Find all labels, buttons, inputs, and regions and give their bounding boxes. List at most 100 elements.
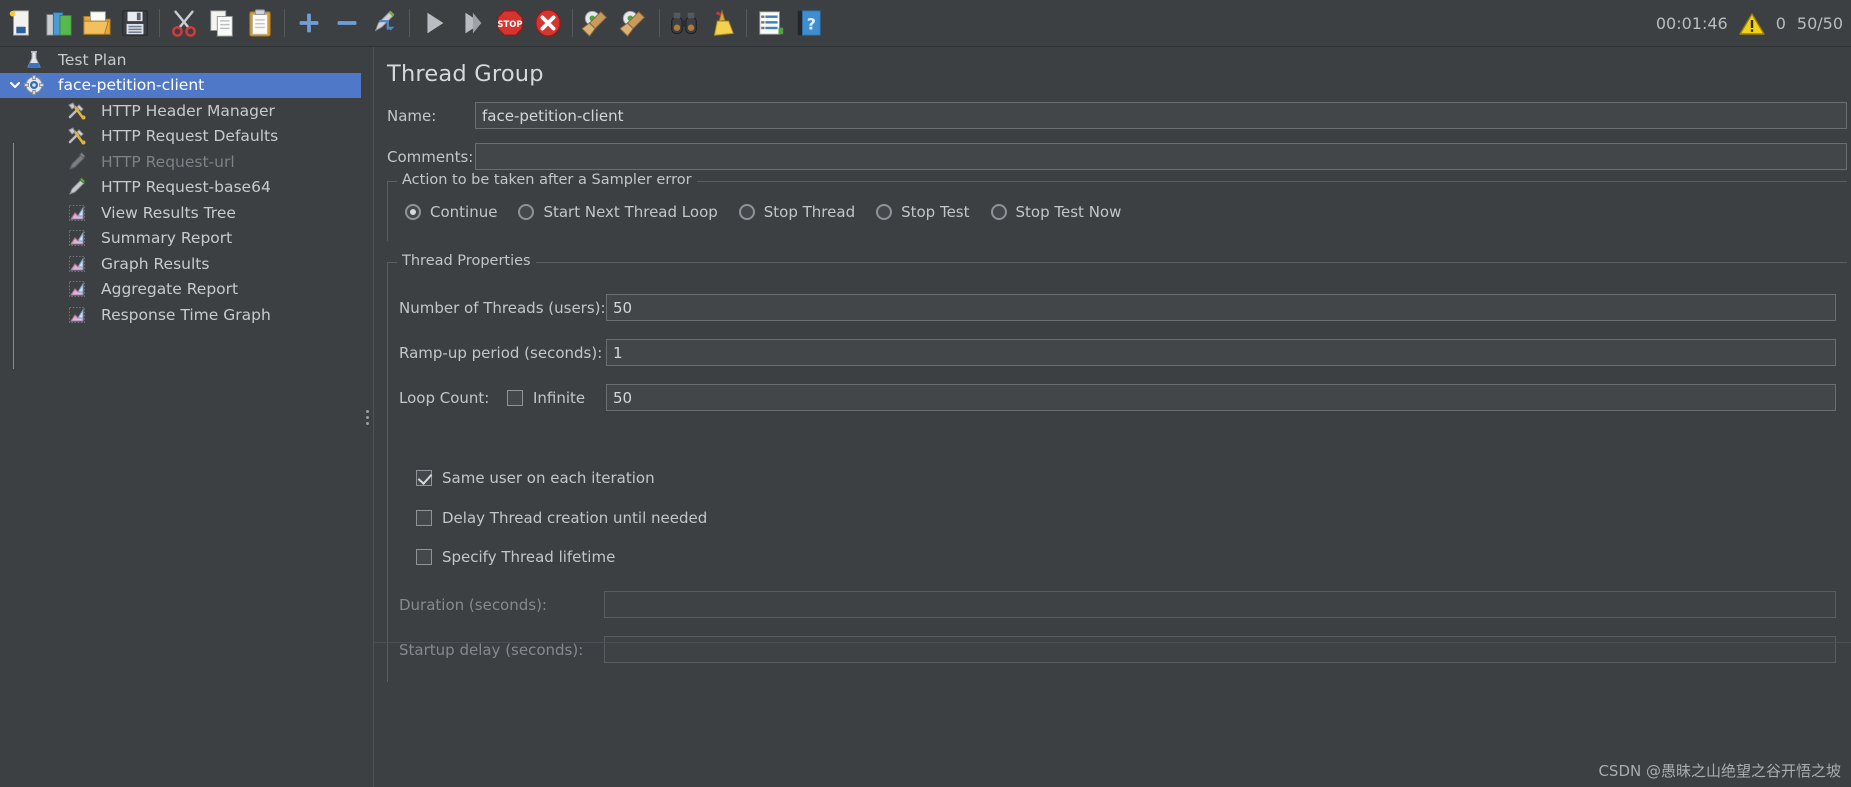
clipboard-icon bbox=[245, 8, 275, 38]
collapse-all-button[interactable] bbox=[328, 4, 366, 42]
loop-count-input[interactable]: 50 bbox=[606, 384, 1836, 411]
radio-label: Stop Test bbox=[901, 203, 970, 221]
specify-lifetime-checkbox[interactable]: Specify Thread lifetime bbox=[416, 548, 615, 566]
rampup-input[interactable]: 1 bbox=[606, 339, 1836, 366]
listener-chart-icon bbox=[67, 203, 94, 223]
same-user-checkbox[interactable]: Same user on each iteration bbox=[416, 469, 655, 487]
infinite-checkbox[interactable]: Infinite bbox=[507, 389, 606, 407]
tree-item-test-plan[interactable]: Test Plan bbox=[0, 47, 361, 73]
delay-thread-checkbox[interactable]: Delay Thread creation until needed bbox=[416, 509, 707, 527]
threads-label: Number of Threads (users): bbox=[399, 298, 606, 317]
svg-text:STOP: STOP bbox=[497, 19, 522, 29]
cut-button[interactable] bbox=[165, 4, 203, 42]
radio-label: Start Next Thread Loop bbox=[543, 203, 718, 221]
radio-continue[interactable]: Continue bbox=[405, 203, 497, 221]
active-threads: 50/50 bbox=[1796, 14, 1843, 33]
save-button[interactable] bbox=[116, 4, 154, 42]
new-test-plan-button[interactable] bbox=[2, 4, 40, 42]
tree-item-summary-report[interactable]: Summary Report bbox=[0, 226, 361, 252]
tree-item-label: HTTP Request-base64 bbox=[101, 178, 271, 197]
clear-all-button[interactable] bbox=[616, 4, 654, 42]
templates-button[interactable] bbox=[40, 4, 78, 42]
stop-button[interactable]: STOP bbox=[491, 4, 529, 42]
tree-item-label: View Results Tree bbox=[101, 203, 236, 222]
rampup-row: Ramp-up period (seconds): 1 bbox=[399, 339, 1836, 366]
start-button[interactable] bbox=[415, 4, 453, 42]
new-document-icon bbox=[6, 8, 36, 38]
tree-item-label: Graph Results bbox=[101, 254, 210, 273]
watermark-text: CSDN @愚昧之山绝望之谷开悟之坡 bbox=[1598, 762, 1841, 780]
test-plan-tree[interactable]: Test Plan face-petition-client HTTP Header… bbox=[0, 47, 361, 787]
rampup-label: Ramp-up period (seconds): bbox=[399, 343, 603, 362]
tree-twisty-empty bbox=[49, 229, 67, 247]
pencil-toggle-icon bbox=[370, 8, 400, 38]
copy-pages-icon bbox=[207, 8, 237, 38]
test-plan-icon bbox=[24, 50, 51, 70]
chevron-down-icon[interactable] bbox=[6, 76, 24, 94]
delay-thread-label: Delay Thread creation until needed bbox=[442, 509, 708, 527]
help-book-icon: ? bbox=[794, 8, 824, 38]
same-user-label: Same user on each iteration bbox=[442, 469, 655, 487]
radio-start-next-thread-loop[interactable]: Start Next Thread Loop bbox=[518, 203, 718, 221]
duration-input[interactable] bbox=[604, 591, 1836, 618]
reset-search-button[interactable] bbox=[703, 4, 741, 42]
toggle-button[interactable] bbox=[366, 4, 404, 42]
startup-delay-row: Startup delay (seconds): bbox=[399, 636, 1836, 663]
comments-input[interactable] bbox=[475, 143, 1847, 170]
tree-item-label: face-petition-client bbox=[58, 76, 205, 95]
warning-triangle-icon[interactable] bbox=[1739, 12, 1765, 36]
copy-button[interactable] bbox=[203, 4, 241, 42]
listener-chart-icon bbox=[67, 305, 94, 325]
open-folder-icon bbox=[82, 8, 112, 38]
listener-chart-icon bbox=[67, 279, 94, 299]
radio-stop-test[interactable]: Stop Test bbox=[876, 203, 970, 221]
pane-splitter[interactable] bbox=[361, 47, 373, 787]
radio-stop-thread[interactable]: Stop Thread bbox=[738, 203, 855, 221]
tree-item-http-request-base64[interactable]: HTTP Request-base64 bbox=[0, 175, 361, 201]
threads-input[interactable]: 50 bbox=[606, 294, 1836, 321]
name-row: Name: face-petition-client bbox=[387, 102, 1847, 129]
radio-button bbox=[405, 204, 421, 220]
tree-item-http-request-url[interactable]: HTTP Request-url bbox=[0, 149, 361, 175]
tree-twisty-empty bbox=[49, 306, 67, 324]
duration-label: Duration (seconds): bbox=[399, 595, 547, 614]
open-button[interactable] bbox=[78, 4, 116, 42]
tree-item-aggregate-report[interactable]: Aggregate Report bbox=[0, 277, 361, 303]
loop-count-label: Loop Count: bbox=[399, 388, 490, 407]
shutdown-button[interactable] bbox=[529, 4, 567, 42]
comments-row: Comments: bbox=[387, 143, 1847, 170]
save-floppy-icon bbox=[120, 8, 150, 38]
start-no-pauses-button[interactable] bbox=[453, 4, 491, 42]
function-helper-button[interactable] bbox=[752, 4, 790, 42]
stop-sign-icon: STOP bbox=[495, 8, 525, 38]
startup-delay-input[interactable] bbox=[604, 636, 1836, 663]
tree-item-label: HTTP Request Defaults bbox=[101, 127, 279, 146]
tree-twisty-empty bbox=[49, 153, 67, 171]
toolbar-separator bbox=[409, 9, 410, 37]
tree-twisty-empty bbox=[49, 204, 67, 222]
duration-row: Duration (seconds): bbox=[399, 591, 1836, 618]
play-triangle-icon bbox=[419, 8, 449, 38]
loop-count-row: Loop Count: Infinite 50 bbox=[399, 384, 1836, 411]
tree-item-face-petition-client[interactable]: face-petition-client bbox=[0, 72, 361, 98]
help-button[interactable]: ? bbox=[790, 4, 828, 42]
radio-stop-test-now[interactable]: Stop Test Now bbox=[990, 203, 1121, 221]
svg-text:?: ? bbox=[807, 15, 816, 34]
paste-button[interactable] bbox=[241, 4, 279, 42]
expand-all-button[interactable] bbox=[290, 4, 328, 42]
gear-broom-icon bbox=[582, 8, 612, 38]
tree-item-graph-results[interactable]: Graph Results bbox=[0, 251, 361, 277]
tree-item-http-request-defaults[interactable]: HTTP Request Defaults bbox=[0, 124, 361, 150]
tree-twisty-empty bbox=[49, 102, 67, 120]
tree-item-response-time-graph[interactable]: Response Time Graph bbox=[0, 302, 361, 328]
search-button[interactable] bbox=[665, 4, 703, 42]
clear-button[interactable] bbox=[578, 4, 616, 42]
tree-item-http-header-manager[interactable]: HTTP Header Manager bbox=[0, 98, 361, 124]
tree-twisty-empty bbox=[6, 51, 24, 69]
tree-twisty-empty bbox=[49, 280, 67, 298]
tree-item-label: HTTP Request-url bbox=[101, 152, 235, 171]
threads-row: Number of Threads (users): 50 bbox=[399, 294, 1836, 321]
tree-item-view-results-tree[interactable]: View Results Tree bbox=[0, 200, 361, 226]
status-area: 00:01:46 0 50/50 bbox=[1656, 0, 1843, 47]
name-input[interactable]: face-petition-client bbox=[475, 102, 1847, 129]
